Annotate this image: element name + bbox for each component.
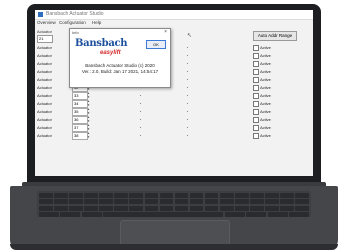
active-checkbox[interactable] [253,77,259,83]
mouse-cursor-icon: ↖ [187,33,193,39]
active-checkbox[interactable] [253,117,259,123]
active-label: Active [260,45,271,50]
bansbach-logo: Bansbach [75,38,128,49]
spin-arrows-icon[interactable]: ▲▼ [87,123,90,131]
active-label: Active [260,85,271,90]
separator-dot [140,119,141,120]
menu-item-overview[interactable]: Overview [37,20,56,25]
address-input[interactable]: 21 [37,35,53,43]
menu-bar: Overview Configuration Help [35,20,313,27]
table-row: Actuator 35 ▲ ▼ Active [35,107,313,116]
row-label: Actuator [37,93,52,98]
active-checkbox[interactable] [253,101,259,107]
separator-dot [187,47,188,48]
auto-addr-range-button[interactable]: Auto Addr Range [253,31,297,41]
version-text: Ver.: 2.0, Build: Jan 17 2021, 14:54:17 [81,69,159,74]
active-checkbox[interactable] [253,133,259,139]
separator-dot [187,87,188,88]
spin-arrows-icon[interactable]: ▲▼ [87,99,90,107]
separator-dot [140,103,141,104]
separator-dot [187,71,188,72]
separator-dot [187,55,188,56]
active-checkbox[interactable] [253,85,259,91]
active-checkbox[interactable] [253,125,259,131]
separator-dot [187,119,188,120]
active-label: Active [260,109,271,114]
active-label: Active [260,125,271,130]
separator-dot [140,111,141,112]
separator-dot [140,127,141,128]
active-checkbox[interactable] [253,53,259,59]
active-checkbox[interactable] [253,45,259,51]
laptop-screen: Bansbach Actuator Studio Overview Config… [35,10,313,176]
row-label: Actuator [37,109,52,114]
table-row: Actuator 34 ▲ ▼ Active [35,99,313,108]
separator-dot [187,103,188,104]
spin-arrows-icon[interactable]: ▲▼ [87,107,90,115]
menu-item-help[interactable]: Help [92,20,101,25]
table-row: Actuator 38 ▲ ▼ Active [35,131,313,140]
separator-dot [140,135,141,136]
active-label: Active [260,53,271,58]
active-label: Active [260,101,271,106]
separator-dot [187,135,188,136]
copyright-text: Bansbach Actuator Studio (c) 2020 [85,63,155,68]
active-checkbox[interactable] [253,109,259,115]
laptop-touchpad [120,220,230,246]
row-label: Actuator [37,101,52,106]
address-field[interactable]: 33 [72,92,88,100]
laptop-base-edge [10,244,338,250]
separator-dot [187,111,188,112]
row-label: Actuator [37,77,52,82]
row-label: Actuator [37,61,52,66]
row-label: Actuator [37,69,52,74]
address-field[interactable]: 35 [72,108,88,116]
active-label: Active [260,69,271,74]
active-label: Active [260,93,271,98]
active-checkbox[interactable] [253,93,259,99]
table-row: Actuator 36 ▲ ▼ Active [35,115,313,124]
ok-button[interactable]: OK [146,40,166,49]
separator-dot [187,127,188,128]
separator-dot [187,79,188,80]
address-field[interactable]: 37 [72,124,88,132]
app-titlebar: Bansbach Actuator Studio [35,10,313,20]
active-label: Active [260,133,271,138]
laptop-keyboard [37,191,311,217]
row-label: Actuator [37,53,52,58]
spin-arrows-icon[interactable]: ▲▼ [87,131,90,139]
active-checkbox[interactable] [253,61,259,67]
address-field[interactable]: 38 [72,132,88,140]
app-icon [38,12,43,17]
active-checkbox[interactable] [253,69,259,75]
active-label: Active [260,61,271,66]
spin-arrows-icon[interactable]: ▲▼ [87,91,90,99]
address-field[interactable]: 36 [72,116,88,124]
separator-dot [187,95,188,96]
app-title: Bansbach Actuator Studio [46,11,104,17]
row-label: Actuator [37,133,52,138]
spin-arrows-icon[interactable]: ▲▼ [87,115,90,123]
address-label: Actuator [37,29,52,34]
about-dialog: Info × Bansbach easylift OK Bansbach Act… [69,28,171,88]
active-label: Active [260,77,271,82]
separator-dot [187,63,188,64]
table-row: Actuator 33 ▲ ▼ Active [35,91,313,100]
row-label: Actuator [37,117,52,122]
active-label: Active [260,117,271,122]
separator-dot [140,95,141,96]
easylift-logo: easylift [100,50,121,56]
row-label: Actuator [37,85,52,90]
menu-item-configuration[interactable]: Configuration [59,20,86,25]
table-row: Actuator 37 ▲ ▼ Active [35,123,313,132]
dialog-title: Info [72,30,79,35]
laptop-photo: Bansbach Actuator Studio Overview Config… [0,0,348,252]
close-icon[interactable]: × [164,29,167,35]
address-field[interactable]: 34 [72,100,88,108]
row-label: Actuator [37,45,52,50]
row-label: Actuator [37,125,52,130]
